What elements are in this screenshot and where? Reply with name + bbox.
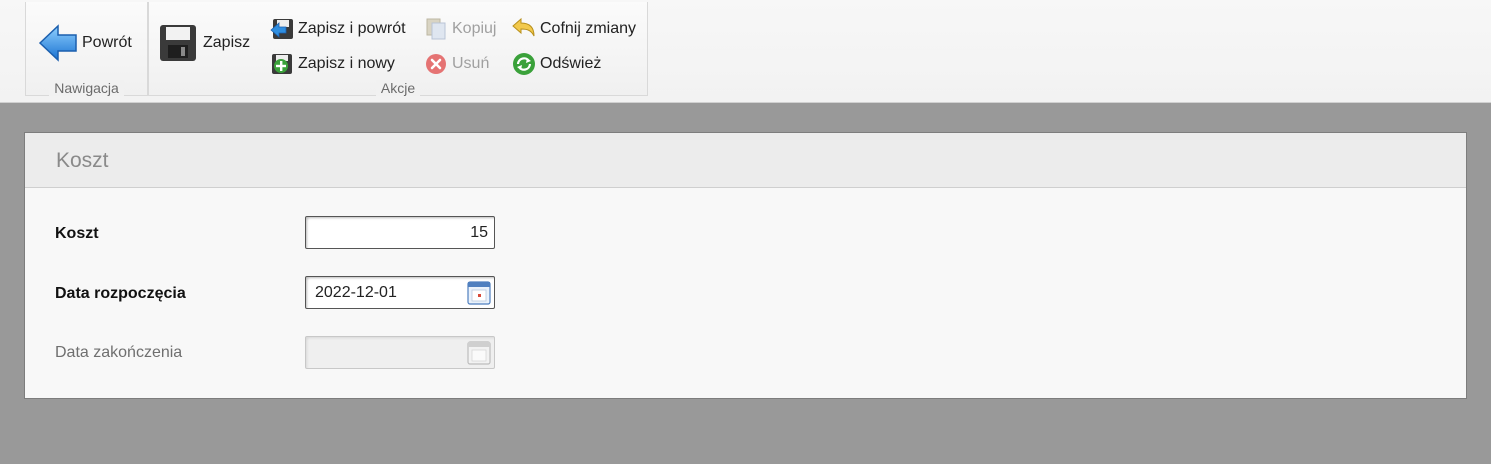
cost-input[interactable]: [306, 217, 494, 248]
copy-button[interactable]: Kopiuj: [424, 17, 496, 41]
save-and-return-label: Zapisz i powrót: [298, 20, 406, 37]
save-and-new-label: Zapisz i nowy: [298, 55, 395, 72]
cost-field[interactable]: [305, 216, 495, 249]
undo-changes-label: Cofnij zmiany: [540, 20, 637, 37]
delete-icon: [426, 54, 446, 74]
end-date-input: [306, 337, 494, 368]
delete-button-label: Usuń: [452, 55, 490, 72]
save-button-label: Zapisz: [203, 34, 251, 51]
group-caption-actions: Akcje: [149, 80, 647, 96]
floppy-disk-icon: [160, 25, 196, 61]
cost-form-panel: Koszt Koszt Data rozpoczęcia Data zakońc…: [24, 132, 1467, 399]
start-date-input[interactable]: [306, 277, 494, 308]
back-button-label: Powrót: [82, 34, 132, 51]
back-button[interactable]: Powrót: [38, 24, 132, 62]
refresh-icon: [513, 53, 535, 75]
arrow-left-icon: [38, 24, 77, 62]
save-return-icon: [270, 19, 293, 39]
delete-button[interactable]: Usuń: [424, 52, 489, 76]
copy-button-label: Kopiuj: [452, 20, 497, 37]
toolbar-group-navigation: Powrót Nawigacja: [25, 2, 148, 96]
refresh-button[interactable]: Odśwież: [511, 52, 601, 76]
panel-title: Koszt: [56, 149, 109, 172]
end-date-label: Data zakończenia: [55, 344, 183, 361]
undo-changes-button[interactable]: Cofnij zmiany: [511, 17, 636, 41]
start-date-label: Data rozpoczęcia: [55, 285, 186, 302]
panel-header: [25, 133, 1466, 188]
group-caption-navigation: Nawigacja: [26, 80, 147, 96]
toolbar-ribbon: Powrót Nawigacja Zapisz Zapisz i powrót: [0, 0, 1491, 103]
save-and-new-button[interactable]: Zapisz i nowy: [270, 52, 395, 76]
undo-icon: [512, 17, 535, 37]
end-date-field: [305, 336, 495, 369]
cost-label: Koszt: [55, 225, 99, 242]
copy-icon: [426, 18, 446, 40]
toolbar-group-actions: Zapisz Zapisz i powrót Zapisz i nowy Kop…: [148, 2, 648, 96]
save-button[interactable]: Zapisz: [159, 24, 250, 62]
start-date-field[interactable]: [305, 276, 495, 309]
refresh-button-label: Odśwież: [540, 55, 602, 72]
calendar-icon[interactable]: [467, 281, 491, 305]
save-new-icon: [272, 54, 292, 74]
calendar-icon-disabled: [467, 341, 491, 365]
save-and-return-button[interactable]: Zapisz i powrót: [270, 17, 406, 41]
